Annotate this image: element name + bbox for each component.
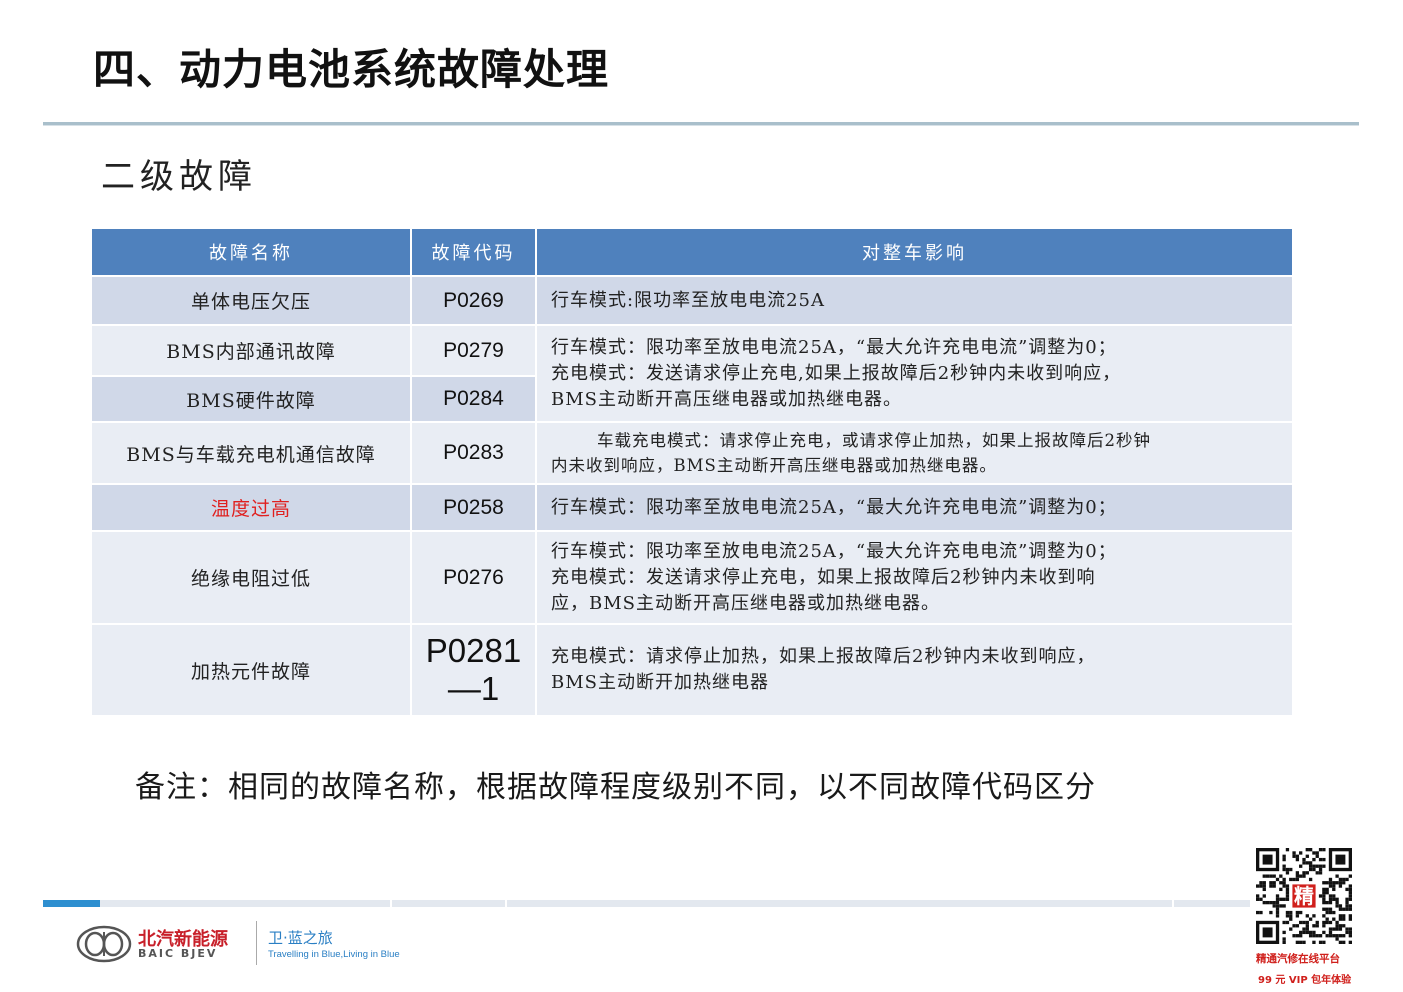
- effect-line: BMS主动断开加热继电器: [551, 672, 769, 693]
- effect-line: 充电模式：请求停止加热，如果上报故障后2秒钟内未收到响应，: [551, 646, 1096, 667]
- table-header-row: 故障名称 故障代码 对整车影响: [90, 227, 1294, 277]
- fault-effect-cell: 充电模式：请求停止加热，如果上报故障后2秒钟内未收到响应， BMS主动断开加热继…: [535, 623, 1294, 717]
- table-row: 单体电压欠压 P0269 行车模式:限功率至放电电流25A: [90, 275, 1294, 326]
- footer-accent-bar: [43, 900, 100, 907]
- effect-line: 行车模式：限功率至放电电流25A，“最大允许充电电流”调整为0；: [551, 336, 1117, 358]
- fault-name-cell: 绝缘电阻过低: [90, 530, 412, 625]
- fault-code-cell: P0279: [410, 324, 537, 377]
- slogan-cn: 卫·蓝之旅: [268, 929, 333, 947]
- fault-name-cell: BMS硬件故障: [90, 375, 412, 423]
- fault-name-cell: 单体电压欠压: [90, 275, 412, 326]
- table-row: 温度过高 P0258 行车模式：限功率至放电电流25A，“最大允许充电电流”调整…: [90, 483, 1294, 532]
- qr-badge-text: 精: [1294, 885, 1314, 908]
- section-title: 二级故障: [101, 157, 257, 197]
- effect-line: 充电模式：发送请求停止充电,如果上报故障后2秒钟内未收到响应，: [551, 362, 1122, 384]
- fault-name-cell-highlight: 温度过高: [90, 483, 412, 532]
- brand-logo: 北汽新能源 BAIC BJEV 卫·蓝之旅 Travelling in Blue…: [76, 921, 436, 971]
- fault-code-cell: P0281 —1: [410, 623, 537, 717]
- fault-code-cell: P0258: [410, 483, 537, 532]
- effect-line: 充电模式：发送请求停止充电，如果上报故障后2秒钟内未收到响: [551, 566, 1096, 588]
- table-row: BMS与车载充电机通信故障 P0283 车载充电模式：请求停止充电，或请求停止加…: [90, 421, 1294, 485]
- fault-name-cell: BMS与车载充电机通信故障: [90, 421, 412, 485]
- effect-line: 车载充电模式：请求停止充电，或请求停止加热，如果上报故障后2秒钟: [597, 431, 1151, 450]
- effect-line: 内未收到响应，BMS主动断开高压继电器或加热继电器。: [551, 456, 997, 475]
- footer-bar-divider: [390, 900, 392, 907]
- fault-code-cell: P0284: [410, 375, 537, 423]
- fault-code-line: P0281: [425, 632, 522, 669]
- fault-code-cell: P0276: [410, 530, 537, 625]
- qr-caption: 精通汽修在线平台: [1256, 953, 1340, 965]
- footer-bar: [100, 900, 1250, 907]
- fault-name-cell: 加热元件故障: [90, 623, 412, 717]
- footer-bar-divider: [505, 900, 507, 907]
- fault-effect-cell: 行车模式：限功率至放电电流25A，“最大允许充电电流”调整为0； 充电模式：发送…: [535, 324, 1294, 423]
- fault-name-cell: BMS内部通讯故障: [90, 324, 412, 377]
- brand-name-en: BAIC BJEV: [138, 947, 218, 960]
- fault-code-line: —1: [447, 670, 500, 707]
- fault-effect-cell: 行车模式：限功率至放电电流25A，“最大允许充电电流”调整为0； 充电模式：发送…: [535, 530, 1294, 625]
- logo-divider: [256, 921, 257, 965]
- fault-code-cell: P0283: [410, 421, 537, 485]
- effect-line: 行车模式：限功率至放电电流25A，“最大允许充电电流”调整为0；: [551, 496, 1117, 518]
- header-fault-name: 故障名称: [90, 227, 412, 277]
- title-divider: [43, 122, 1359, 126]
- table-row: 绝缘电阻过低 P0276 行车模式：限功率至放电电流25A，“最大允许充电电流”…: [90, 530, 1294, 625]
- effect-line: 应，BMS主动断开高压继电器或加热继电器。: [551, 592, 940, 614]
- footnote: 备注：相同的故障名称，根据故障程度级别不同，以不同故障代码区分: [135, 770, 1096, 805]
- table-row: 加热元件故障 P0281 —1 充电模式：请求停止加热，如果上报故障后2秒钟内未…: [90, 623, 1294, 717]
- header-fault-code: 故障代码: [410, 227, 537, 277]
- fault-code-cell: P0269: [410, 275, 537, 326]
- fault-table: 故障名称 故障代码 对整车影响 单体电压欠压 P0269 行车模式:限功率至放电…: [90, 227, 1294, 717]
- fault-effect-cell: 车载充电模式：请求停止充电，或请求停止加热，如果上报故障后2秒钟 内未收到响应，…: [535, 421, 1294, 485]
- qr-caption: 99 元 VIP 包年体验: [1258, 975, 1352, 986]
- brand-emblem-icon: [76, 925, 132, 963]
- header-vehicle-impact: 对整车影响: [535, 227, 1294, 277]
- footer-bar-divider: [1172, 900, 1174, 907]
- effect-line: 行车模式：限功率至放电电流25A，“最大允许充电电流”调整为0；: [551, 540, 1117, 562]
- qr-code-icon[interactable]: 精: [1256, 848, 1352, 944]
- effect-line: 行车模式:限功率至放电电流25A: [551, 289, 825, 311]
- table-row: BMS内部通讯故障 P0279 行车模式：限功率至放电电流25A，“最大允许充电…: [90, 324, 1294, 423]
- page-title: 四、动力电池系统故障处理: [93, 45, 610, 94]
- slogan-en: Travelling in Blue,Living in Blue: [268, 949, 400, 960]
- fault-effect-cell: 行车模式：限功率至放电电流25A，“最大允许充电电流”调整为0；: [535, 483, 1294, 532]
- fault-effect-cell: 行车模式:限功率至放电电流25A: [535, 275, 1294, 326]
- effect-line: BMS主动断开高压继电器或加热继电器。: [551, 388, 902, 410]
